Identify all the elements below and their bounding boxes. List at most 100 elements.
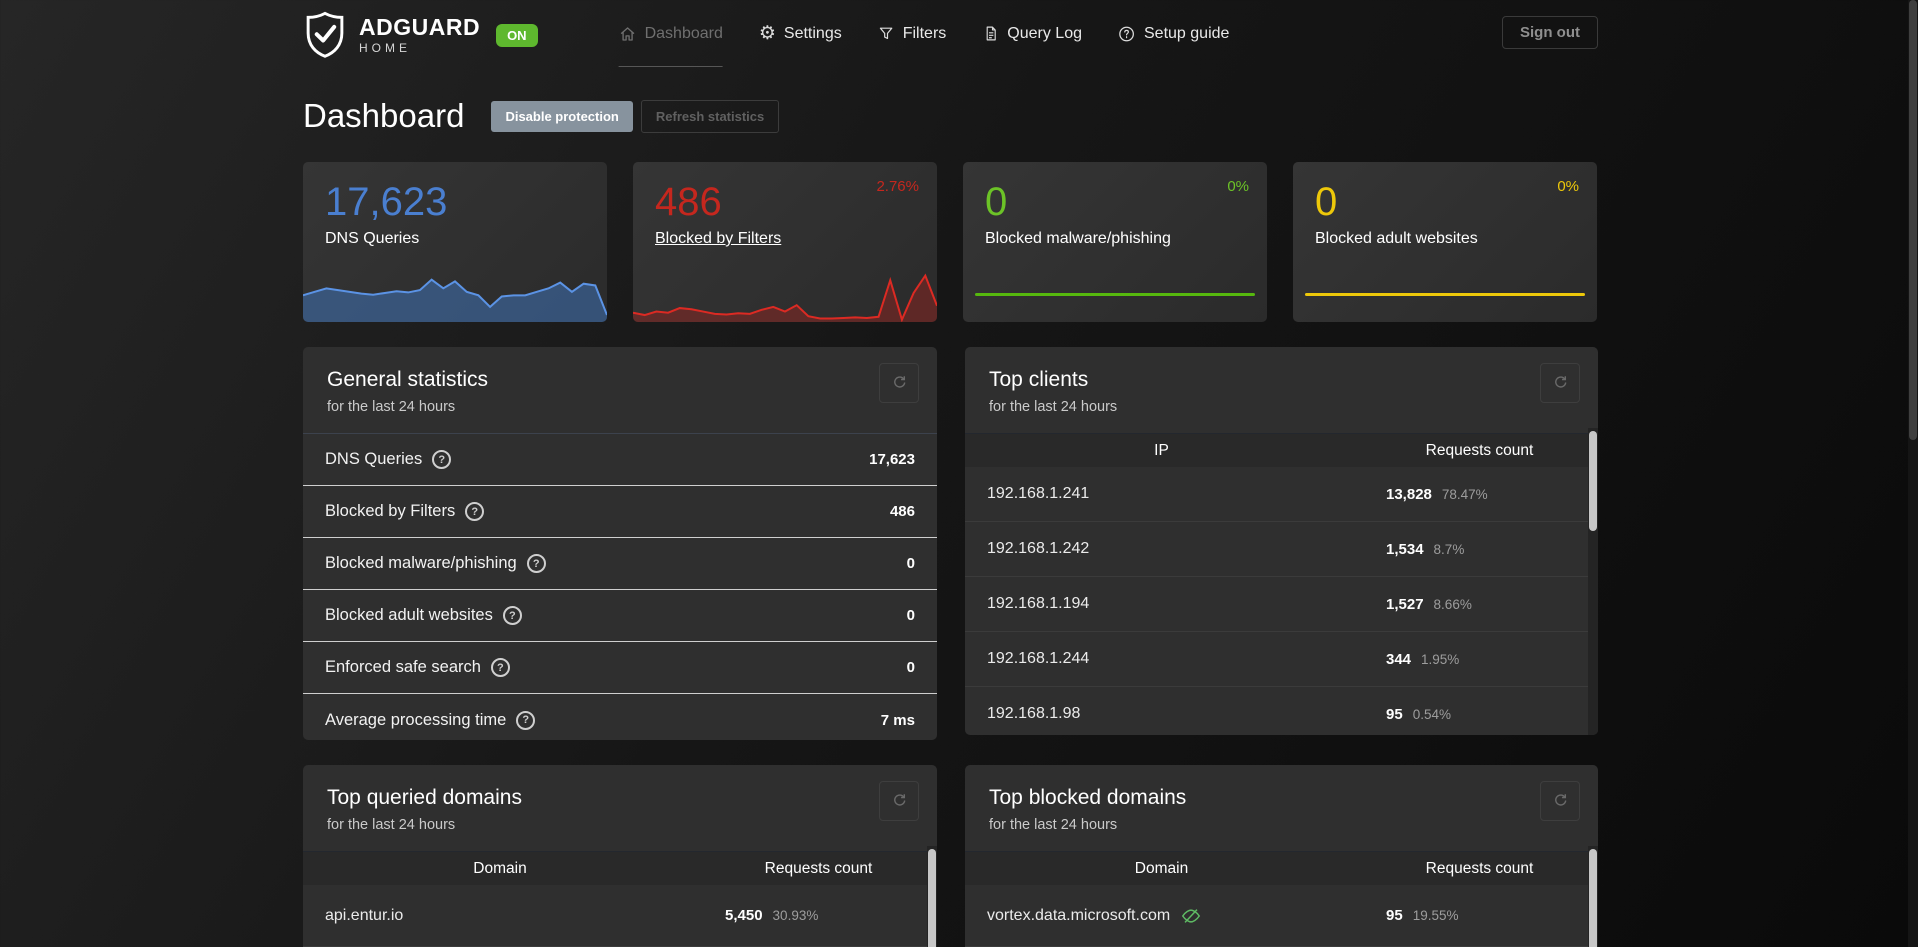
card-label: Blocked malware/phishing — [985, 230, 1171, 247]
request-count: 13,828 — [1386, 485, 1432, 503]
client-row: 192.168.1.244 344 1.95% — [965, 632, 1598, 687]
stat-label: Blocked malware/phishing — [325, 554, 517, 572]
help-circle-icon[interactable] — [502, 606, 522, 625]
adguard-logo[interactable]: ADGUARD HOME ON — [303, 10, 538, 60]
stat-row: Blocked by Filters 486 — [303, 486, 937, 538]
stat-value: 17,623 — [869, 451, 915, 468]
card-blocked-malware: 0 Blocked malware/phishing 0% — [963, 162, 1267, 322]
request-count: 5,450 — [725, 907, 763, 924]
client-row: 192.168.1.241 13,828 78.47% — [965, 467, 1598, 522]
card-label: Blocked by Filters — [655, 230, 781, 248]
card-blocked-adult: 0 Blocked adult websites 0% — [1293, 162, 1597, 322]
sign-out-button[interactable]: Sign out — [1502, 16, 1598, 49]
nav-item-setup-guide[interactable]: Setup guide — [1118, 0, 1229, 67]
panel-title: Top clients — [989, 368, 1089, 391]
disable-protection-button[interactable]: Disable protection — [491, 100, 633, 132]
nav-item-filters[interactable]: Filters — [878, 0, 947, 67]
card-value: 0 — [1315, 180, 1338, 224]
nav-item-query-log[interactable]: Query Log — [982, 0, 1082, 67]
malware-flat-sparkline — [975, 293, 1255, 296]
nav-label: Filters — [902, 24, 947, 42]
panel-subtitle: for the last 24 hours — [327, 817, 456, 833]
nav-label: Settings — [783, 24, 842, 42]
refresh-icon — [891, 791, 908, 811]
client-ip[interactable]: 192.168.1.98 — [987, 705, 1080, 723]
nav-item-settings[interactable]: Settings — [759, 0, 842, 67]
page-title: Dashboard — [303, 97, 465, 134]
stat-value: 7 ms — [880, 711, 915, 729]
top-clients-panel: Top clients for the last 24 hours IP Req… — [965, 347, 1598, 735]
brand-subtitle: HOME — [359, 41, 411, 55]
panel-scrollbar-thumb[interactable] — [1589, 431, 1597, 531]
request-percent: 19.55% — [1412, 908, 1459, 923]
request-count: 344 — [1386, 650, 1412, 668]
client-ip[interactable]: 192.168.1.242 — [987, 540, 1089, 558]
help-circle-icon[interactable] — [465, 502, 485, 521]
card-value: 486 — [655, 180, 722, 224]
home-icon — [619, 25, 637, 43]
request-count: 95 — [1386, 907, 1403, 924]
stat-label: Average processing time — [325, 710, 507, 729]
nav-label: Dashboard — [644, 24, 723, 42]
nav-label: Query Log — [1007, 24, 1083, 42]
panel-scrollbar-thumb[interactable] — [1589, 849, 1597, 947]
help-circle-icon[interactable] — [516, 710, 536, 730]
help-circle-icon[interactable] — [526, 554, 546, 573]
main-nav: Dashboard Settings Filters Query Log Set… — [618, 0, 1229, 67]
request-percent: 0.54% — [1412, 706, 1451, 722]
panel-scrollbar-thumb[interactable] — [928, 849, 936, 947]
page-scrollbar-thumb[interactable] — [1909, 0, 1917, 440]
panel-subtitle: for the last 24 hours — [327, 399, 456, 415]
blocked-by-filters-link[interactable]: Blocked by Filters — [655, 230, 781, 247]
card-value: 0 — [985, 180, 1008, 224]
client-ip[interactable]: 192.168.1.241 — [987, 485, 1089, 503]
shield-check-icon — [303, 10, 347, 60]
refresh-button[interactable] — [879, 781, 919, 821]
table-header: Domain Requests count — [303, 851, 937, 885]
blocked-filters-sparkline — [633, 264, 937, 322]
stat-row: Enforced safe search 0 — [303, 642, 937, 694]
stat-label: Enforced safe search — [325, 658, 481, 676]
document-icon — [982, 25, 999, 42]
panel-scrollbar — [1588, 846, 1598, 947]
top-navigation-bar: ADGUARD HOME ON Dashboard Settings Filte… — [0, 0, 1918, 67]
stat-value: 0 — [906, 659, 915, 676]
panel-scrollbar — [927, 846, 937, 947]
domain-row: vortex.data.microsoft.com 95 19.55% — [965, 885, 1598, 947]
card-label: Blocked adult websites — [1315, 230, 1478, 247]
refresh-button[interactable] — [1540, 363, 1580, 403]
card-percent: 0% — [1557, 178, 1579, 195]
top-queried-domains-panel: Top queried domains for the last 24 hour… — [303, 765, 937, 947]
card-dns-queries: 17,623 DNS Queries — [303, 162, 607, 322]
client-ip[interactable]: 192.168.1.194 — [987, 595, 1089, 613]
table-header: IP Requests count — [965, 433, 1598, 467]
card-percent: 2.76% — [876, 178, 919, 195]
protection-status-badge: ON — [496, 23, 538, 47]
nav-item-dashboard[interactable]: Dashboard — [618, 0, 724, 67]
refresh-icon — [1552, 373, 1569, 393]
card-value: 17,623 — [325, 180, 448, 224]
domain-row: api.entur.io 5,450 30.93% — [303, 885, 937, 947]
request-percent: 30.93% — [772, 908, 819, 923]
client-ip[interactable]: 192.168.1.244 — [987, 650, 1089, 668]
help-circle-icon[interactable] — [490, 658, 510, 677]
panel-title: General statistics — [327, 368, 489, 391]
column-header-domain: Domain — [473, 859, 527, 877]
brand-name: ADGUARD — [359, 14, 481, 40]
adult-flat-sparkline — [1305, 293, 1585, 296]
request-count: 1,534 — [1386, 540, 1424, 558]
client-row: 192.168.1.242 1,534 8.7% — [965, 522, 1598, 577]
domain-name[interactable]: vortex.data.microsoft.com — [987, 907, 1170, 925]
domain-name[interactable]: api.entur.io — [325, 907, 403, 925]
panel-title: Top blocked domains — [989, 786, 1187, 809]
refresh-button[interactable] — [1540, 781, 1580, 821]
column-header-domain: Domain — [1134, 859, 1189, 877]
panel-subtitle: for the last 24 hours — [989, 399, 1118, 415]
nav-label: Setup guide — [1144, 24, 1230, 42]
column-header-requests: Requests count — [764, 859, 873, 877]
refresh-button[interactable] — [879, 363, 919, 403]
column-header-ip: IP — [1154, 441, 1169, 459]
help-circle-icon[interactable] — [432, 450, 452, 469]
request-percent: 8.7% — [1433, 541, 1465, 557]
refresh-statistics-button[interactable]: Refresh statistics — [640, 99, 780, 133]
